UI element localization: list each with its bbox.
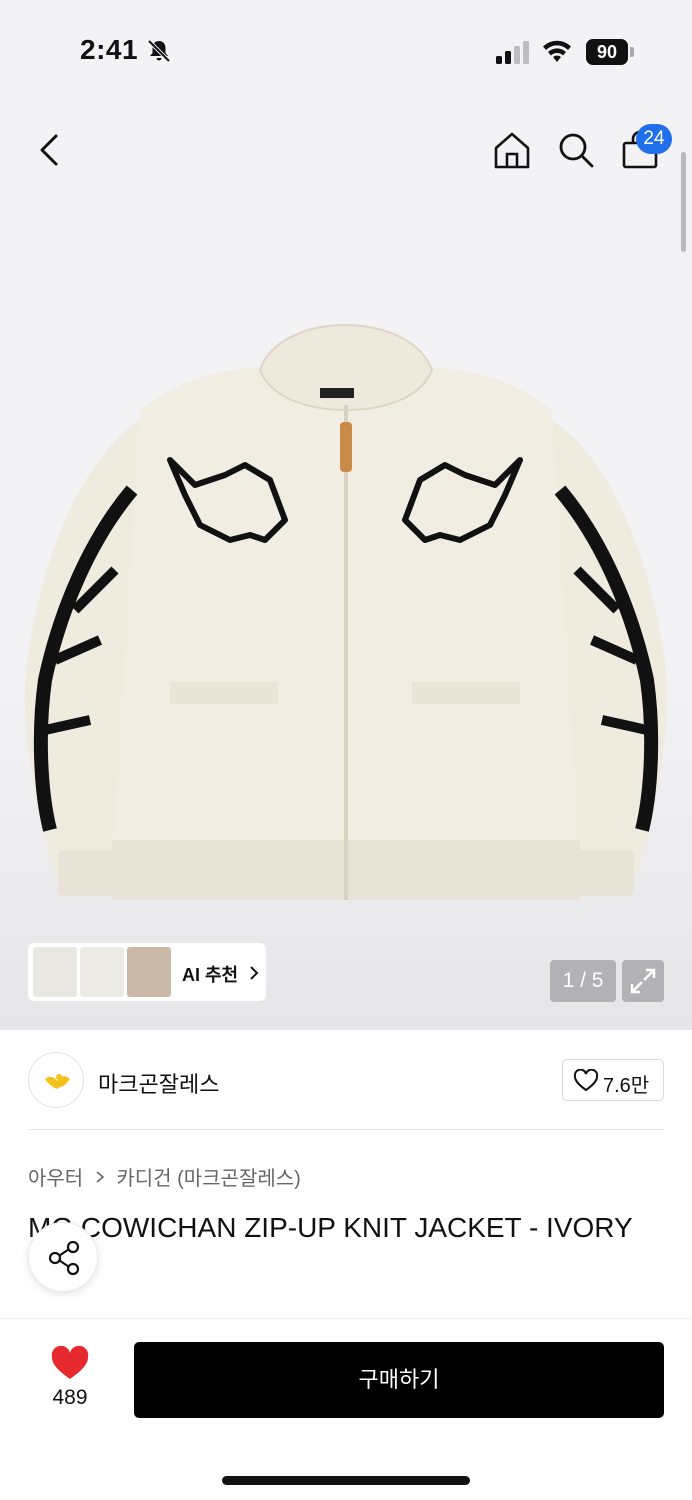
thumbnail-strip[interactable]: AI 추천 [28,943,266,1001]
thumbnail-1[interactable] [33,947,77,997]
battery-icon: 90 [586,39,634,65]
ai-recommend-label[interactable]: AI 추천 [182,961,238,987]
expand-button[interactable] [622,960,664,1002]
brand-like-button[interactable]: 7.6만 [562,1059,664,1101]
cardigan-image[interactable] [20,310,672,920]
brand-like-count: 7.6만 [603,1075,650,1097]
chevron-right-icon [250,966,259,980]
breadcrumb-item[interactable]: 아우터 [28,1168,83,1190]
back-icon[interactable] [30,130,70,170]
breadcrumb-item[interactable]: 카디건 (마크곤잘레스) [116,1168,300,1190]
status-bar: 2:41 90 [0,0,692,100]
wish-count: 489 [52,1386,88,1409]
share-icon [48,1240,80,1276]
image-counter: 1 / 5 [550,960,616,1002]
heart-filled-icon[interactable] [50,1346,90,1382]
battery-level: 90 [586,39,628,65]
chevron-right-icon [96,1170,105,1183]
bell-slash-icon [147,39,171,63]
home-indicator [222,1476,470,1485]
breadcrumb[interactable]: 아우터 카디건 (마크곤잘레스) [28,1162,301,1191]
cellular-signal-icon [496,41,529,64]
share-button[interactable] [28,1222,98,1292]
status-time: 2:41 [80,34,139,65]
scrollbar [681,152,686,252]
expand-icon [630,968,656,994]
heart-outline-icon [573,1069,599,1092]
thumbnail-3[interactable] [127,947,171,997]
divider [28,1129,664,1130]
product-gallery[interactable]: 24 AI 추천 1 / 5 [0,100,692,1030]
cart-count-badge: 24 [636,124,672,154]
wifi-icon [543,40,571,62]
battery-tip [630,47,634,57]
brand-logo[interactable] [28,1052,84,1108]
brand-row[interactable]: 마크곤잘레스 7.6만 [0,1030,692,1130]
bottom-bar-divider [0,1318,692,1319]
buy-button[interactable]: 구매하기 [134,1342,664,1418]
home-icon[interactable] [492,130,532,170]
angel-logo-icon [45,1074,70,1089]
product-title: MG COWICHAN ZIP-UP KNIT JACKET - IVORY [28,1212,633,1243]
brand-name[interactable]: 마크곤잘레스 [98,1067,219,1099]
thumbnail-2[interactable] [80,947,124,997]
search-icon[interactable] [556,130,596,170]
